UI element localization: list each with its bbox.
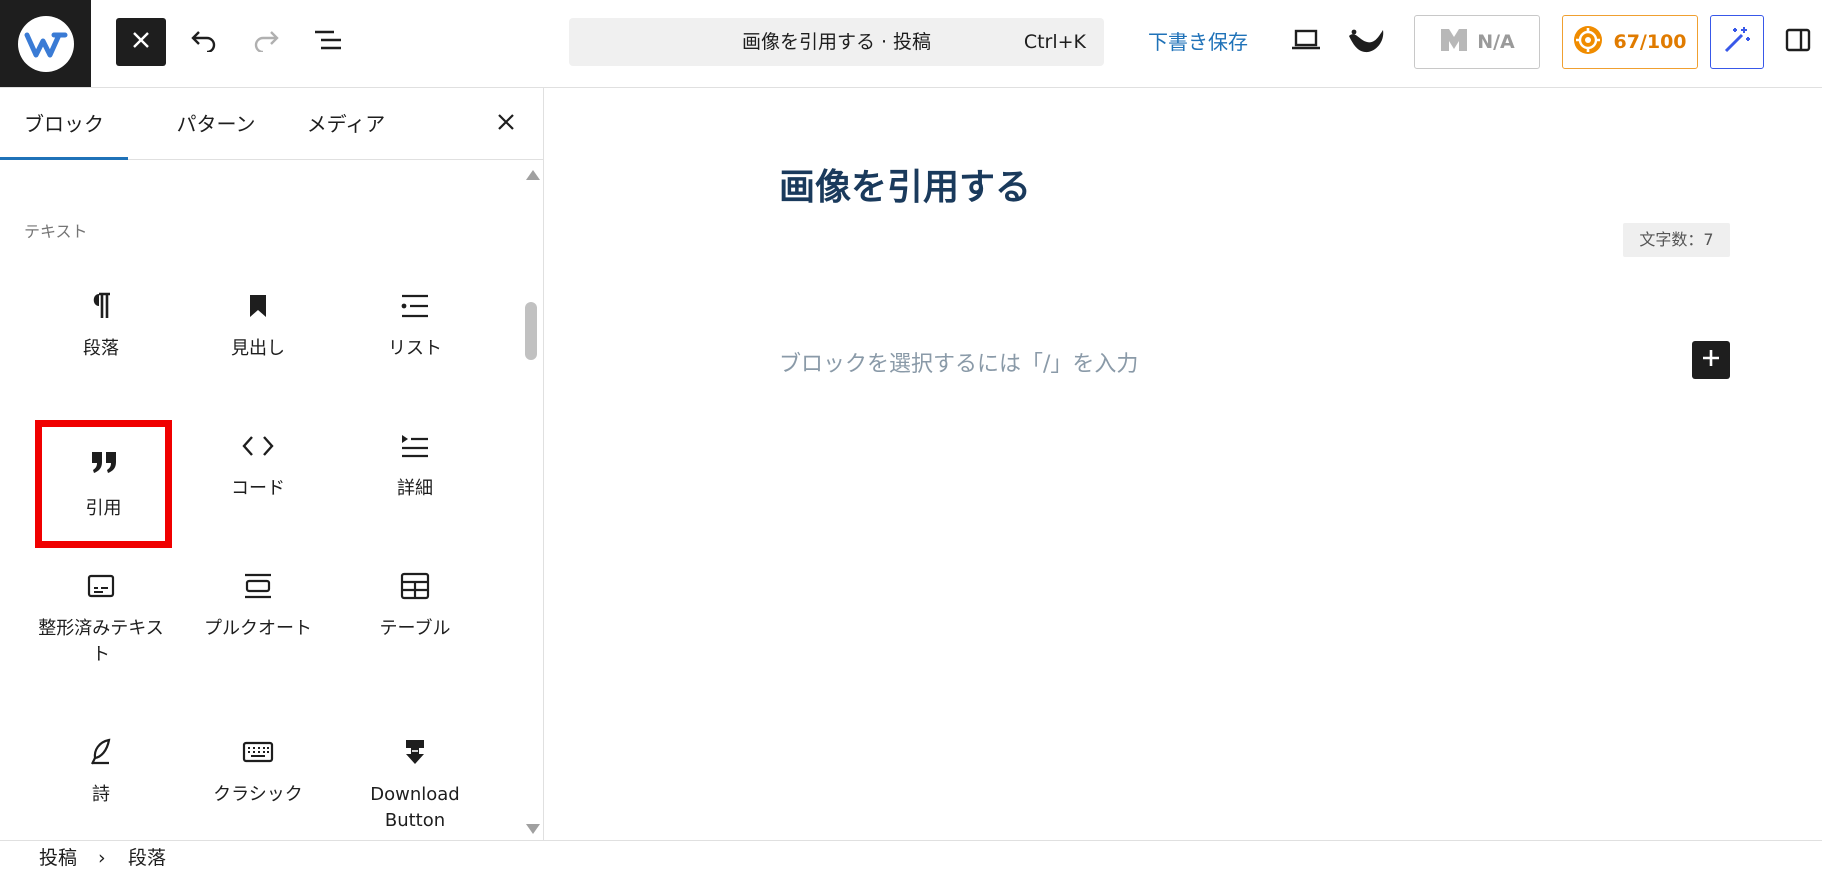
undo-button[interactable] (182, 18, 226, 66)
block-item-preformatted[interactable]: 整形済みテキスト (35, 548, 167, 688)
paragraph-icon (35, 286, 167, 326)
command-palette-bar[interactable]: 画像を引用する · 投稿 Ctrl+K (569, 18, 1104, 66)
seo-status-label: N/A (1477, 31, 1515, 53)
close-inserter-button[interactable] (116, 18, 166, 66)
bookmark-icon (192, 286, 324, 326)
breadcrumb-separator: › (98, 847, 106, 869)
scroll-down-arrow-icon[interactable] (526, 824, 540, 834)
seo-score-button[interactable]: 67/100 (1562, 15, 1698, 69)
block-item-list[interactable]: リスト (349, 268, 481, 388)
download-icon (349, 732, 481, 772)
block-item-label: 段落 (83, 338, 119, 359)
pullquote-icon (192, 566, 324, 606)
scrollbar-thumb[interactable] (525, 302, 537, 360)
inserter-scrollbar[interactable] (520, 160, 542, 840)
block-item-label: Download Button (370, 784, 460, 831)
block-item-heading[interactable]: 見出し (192, 268, 324, 388)
plugin-button[interactable] (1344, 18, 1388, 66)
block-inserter-panel: ブロック パターン メディア テキスト 段落 見出し リスト 引用 コード 詳細… (0, 88, 544, 840)
plus-icon (1701, 348, 1721, 372)
seo-score-label: 67/100 (1613, 31, 1687, 53)
block-item-label: プルクオート (204, 618, 312, 639)
code-icon (192, 426, 324, 466)
settings-sidebar-toggle[interactable] (1776, 18, 1820, 66)
verse-icon (35, 732, 167, 772)
block-placeholder[interactable]: ブロックを選択するには「/」を入力 (779, 346, 1138, 378)
table-icon (349, 566, 481, 606)
list-view-icon (314, 29, 342, 55)
w-logo-icon (17, 15, 74, 72)
block-item-label: 見出し (231, 338, 285, 359)
quote-icon (35, 442, 172, 482)
leaf-plugin-icon (1347, 26, 1385, 58)
block-item-table[interactable]: テーブル (349, 548, 481, 668)
redo-button[interactable] (244, 18, 288, 66)
close-icon (497, 113, 515, 135)
block-item-label: リスト (388, 338, 442, 359)
block-item-label: テーブル (379, 618, 451, 639)
details-icon (349, 426, 481, 466)
block-item-label: 詩 (92, 784, 110, 805)
block-item-label: 引用 (85, 498, 122, 519)
block-item-classic[interactable]: クラシック (192, 714, 324, 834)
block-item-label: クラシック (213, 784, 303, 805)
block-item-verse[interactable]: 詩 (35, 714, 167, 834)
add-block-button[interactable] (1692, 341, 1730, 379)
editor-canvas: 画像を引用する 文字数：7 ブロックを選択するには「/」を入力 (545, 88, 1822, 840)
list-icon (349, 286, 481, 326)
block-item-label: コード (231, 478, 285, 499)
char-count-badge: 文字数：7 (1623, 223, 1730, 257)
block-item-quote[interactable]: 引用 (35, 420, 172, 548)
document-overview-button[interactable] (306, 18, 350, 66)
preview-button[interactable] (1284, 18, 1328, 66)
breadcrumb: 投稿 › 段落 (0, 840, 1822, 875)
inserter-close-button[interactable] (484, 100, 528, 148)
block-item-paragraph[interactable]: 段落 (35, 268, 167, 388)
preformatted-icon (35, 566, 167, 606)
tab-media[interactable]: メディア (276, 88, 416, 160)
save-draft-button[interactable]: 下書き保存 (1142, 18, 1254, 66)
gear-score-icon (1573, 25, 1603, 59)
breadcrumb-item-paragraph[interactable]: 段落 (128, 841, 166, 875)
keyboard-icon (192, 732, 324, 772)
redo-icon (252, 28, 280, 56)
block-item-pullquote[interactable]: プルクオート (192, 548, 324, 668)
block-item-label: 整形済みテキスト (38, 618, 164, 665)
scroll-up-arrow-icon[interactable] (526, 170, 540, 180)
editor-header: 画像を引用する · 投稿 Ctrl+K 下書き保存 N/A 67/100 (0, 0, 1822, 88)
m-logo-icon (1439, 27, 1469, 57)
block-item-download-button[interactable]: Download Button (349, 714, 481, 834)
sidebar-icon (1785, 28, 1811, 56)
tab-blocks[interactable]: ブロック (0, 88, 128, 160)
breadcrumb-item-post[interactable]: 投稿 (39, 841, 77, 875)
block-item-details[interactable]: 詳細 (349, 408, 481, 528)
site-logo-button[interactable] (0, 0, 91, 87)
ai-assistant-button[interactable] (1710, 15, 1764, 69)
seo-status-button[interactable]: N/A (1414, 15, 1540, 69)
block-category-label: テキスト (24, 222, 88, 241)
block-item-label: 詳細 (397, 478, 433, 499)
magic-wand-icon (1722, 25, 1752, 59)
tab-patterns[interactable]: パターン (152, 88, 280, 160)
command-shortcut-label: Ctrl+K (1023, 31, 1086, 53)
post-title[interactable]: 画像を引用する (779, 158, 1031, 210)
block-item-code[interactable]: コード (192, 408, 324, 528)
close-icon (132, 31, 150, 53)
laptop-icon (1291, 29, 1321, 55)
undo-icon (190, 28, 218, 56)
inserter-tabs: ブロック パターン メディア (0, 88, 543, 160)
